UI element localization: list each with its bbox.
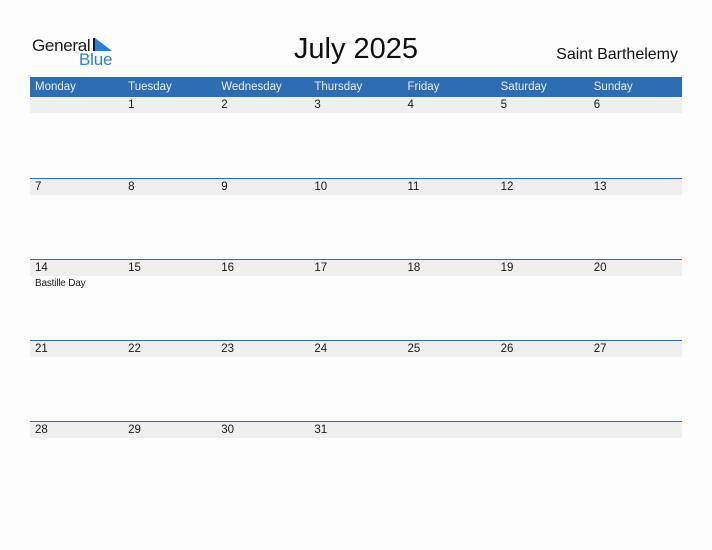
events-row: [30, 438, 682, 439]
day-event: [589, 195, 682, 196]
day-event: [403, 438, 496, 439]
day-event: [216, 438, 309, 439]
day-event: [30, 113, 123, 114]
day-event: [309, 357, 402, 358]
day-number: 17: [314, 262, 328, 274]
day-number: 10: [314, 181, 328, 193]
day-number: 12: [500, 181, 514, 193]
country-name: Saint Barthelemy: [556, 46, 678, 63]
weekday-tuesday: Tuesday: [128, 81, 172, 93]
weekday-monday: Monday: [35, 81, 76, 93]
day-event: [309, 195, 402, 196]
date-strip: 14 15 16 17 18 19 20: [30, 260, 682, 276]
day-number: 8: [128, 181, 135, 193]
day-number: 19: [500, 262, 514, 274]
day-event: [309, 113, 402, 114]
day-number: 30: [221, 424, 235, 436]
week-row: 14 15 16 17 18 19 20 Bastille Day: [30, 259, 682, 340]
day-number: [30, 97, 123, 113]
day-number: 20: [593, 262, 607, 274]
day-event: [309, 438, 402, 439]
day-number: 31: [314, 424, 328, 436]
day-number: 26: [500, 343, 514, 355]
day-event: Bastille Day: [35, 278, 86, 289]
date-strip: 28 29 30 31: [30, 422, 682, 438]
day-number: 27: [593, 343, 607, 355]
week-row: 21 22 23 24 25 26 27: [30, 340, 682, 421]
weekday-wednesday: Wednesday: [221, 81, 282, 93]
day-event: [496, 438, 589, 439]
weeks-container: 1 2 3 4 5 6 7 8 9 10 11 12 13 14 15 16 17 18 19 20 Bastille …: [30, 97, 682, 502]
day-number: 1: [128, 99, 135, 111]
day-event: [30, 438, 123, 439]
week-row: 7 8 9 10 11 12 13: [30, 178, 682, 259]
day-number: 14: [35, 262, 48, 274]
day-event: [496, 195, 589, 196]
day-number: 28: [35, 424, 48, 436]
date-strip: 21 22 23 24 25 26 27: [30, 341, 682, 357]
day-event: [123, 195, 216, 196]
date-strip: 7 8 9 10 11 12 13: [30, 179, 682, 195]
day-event: [216, 113, 309, 114]
week-row: 1 2 3 4 5 6: [30, 97, 682, 178]
day-event: [30, 357, 123, 358]
day-number: 21: [35, 343, 48, 355]
day-number: 29: [128, 424, 141, 436]
day-event: [30, 195, 123, 196]
week-row: 28 29 30 31: [30, 421, 682, 502]
day-number: [496, 422, 589, 438]
day-event: [589, 113, 682, 114]
day-event: [123, 438, 216, 439]
weekday-header: Monday Tuesday Wednesday Thursday Friday…: [30, 77, 682, 97]
day-number: 11: [407, 181, 420, 193]
day-number: 18: [407, 262, 421, 274]
day-event: [403, 276, 496, 290]
date-strip: 1 2 3 4 5 6: [30, 97, 682, 113]
day-event: [123, 113, 216, 114]
day-number: 4: [407, 99, 414, 111]
weekday-friday: Friday: [407, 81, 440, 93]
day-event: [403, 113, 496, 114]
day-number: 13: [593, 181, 607, 193]
day-number: 15: [128, 262, 141, 274]
weekday-saturday: Saturday: [500, 81, 547, 93]
day-event: [216, 357, 309, 358]
day-event: [403, 195, 496, 196]
day-event: [589, 357, 682, 358]
day-event: [309, 276, 402, 290]
day-event: [589, 438, 682, 439]
day-number: 25: [407, 343, 421, 355]
day-event: [496, 276, 589, 290]
day-event: [123, 357, 216, 358]
weekday-sunday: Sunday: [593, 81, 633, 93]
events-row: [30, 195, 682, 196]
day-event: [216, 276, 309, 290]
day-number: 22: [128, 343, 141, 355]
day-event: [496, 113, 589, 114]
day-number: [589, 422, 682, 438]
day-event: [123, 276, 216, 290]
day-number: 6: [593, 99, 601, 111]
day-event: [216, 195, 309, 196]
events-row: Bastille Day: [30, 276, 682, 290]
day-number: 23: [221, 343, 235, 355]
weekday-thursday: Thursday: [314, 81, 363, 93]
day-number: 3: [314, 99, 321, 111]
events-row: [30, 357, 682, 358]
day-number: 16: [221, 262, 235, 274]
day-number: 7: [35, 181, 42, 193]
day-number: 5: [500, 99, 508, 111]
day-event: [496, 357, 589, 358]
calendar-grid: Monday Tuesday Wednesday Thursday Friday…: [30, 77, 682, 502]
events-row: [30, 113, 682, 114]
day-number: 24: [314, 343, 328, 355]
day-number: 2: [221, 99, 228, 111]
day-number: [403, 422, 496, 438]
day-event: [403, 357, 496, 358]
day-number: 9: [221, 181, 228, 193]
day-event: [589, 276, 682, 290]
